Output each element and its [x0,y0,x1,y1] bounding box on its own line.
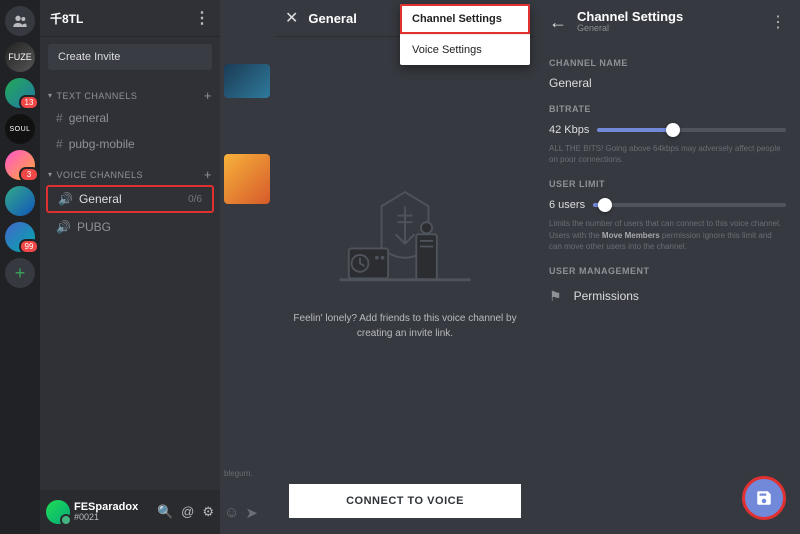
bitrate-slider[interactable] [597,128,786,132]
save-icon [755,489,773,507]
mentions-icon[interactable]: @ [181,504,194,520]
connect-to-voice-button[interactable]: CONNECT TO VOICE [289,484,521,518]
user-avatar[interactable] [46,500,70,524]
user-panel: FESparadox #0021 🔍 @ ⚙ [40,490,220,534]
channel-settings-panel: ← Channel Settings General ⋮ CHANNEL NAM… [535,0,800,534]
speaker-icon: 🔊 [58,192,73,206]
bitrate-value: 42 Kbps [549,124,589,136]
voice-channel-pubg[interactable]: 🔊 PUBG [46,215,214,239]
server-home[interactable] [5,6,35,36]
speaker-icon: 🔊 [56,220,71,234]
userlimit-slider[interactable] [593,203,786,207]
bitrate-hint: ALL THE BITS! Going above 64kbps may adv… [549,143,786,165]
server-header[interactable]: 千8TL ⋮ [40,0,220,36]
settings-menu-icon[interactable]: ⋮ [770,12,786,32]
userlimit-label: USER LIMIT [549,179,786,189]
server-2[interactable] [5,78,35,108]
category-label: VOICE CHANNELS [57,170,144,180]
send-icon[interactable]: ➤ [245,504,258,522]
voice-channel-general[interactable]: 🔊 General 0/6 [46,185,214,213]
close-icon[interactable]: ✕ [285,8,298,28]
menu-channel-settings[interactable]: Channel Settings [400,4,530,34]
user-tag: #0021 [74,513,138,522]
settings-subtitle: General [577,24,683,34]
text-channel-pubg-mobile[interactable]: # pubg-mobile [46,132,214,156]
back-icon[interactable]: ← [549,12,567,33]
voice-empty-state: Feelin' lonely? Add friends to this voic… [275,36,535,484]
server-rail: FUZE SOUL + [0,0,40,534]
category-text-channels[interactable]: ▾ TEXT CHANNELS + [40,78,220,105]
add-channel-icon[interactable]: + [204,88,212,103]
permissions-label: Permissions [574,289,639,303]
category-label: TEXT CHANNELS [57,91,138,101]
context-menu: Channel Settings Voice Settings [400,4,530,65]
add-server-button[interactable]: + [5,258,35,288]
channel-label: general [69,111,109,125]
permissions-row[interactable]: ⚑ Permissions [549,288,786,305]
server-5[interactable] [5,186,35,216]
chevron-down-icon: ▾ [48,91,53,100]
settings-title: Channel Settings [577,10,683,24]
channel-label: pubg-mobile [69,137,135,151]
userlimit-value: 6 users [549,199,585,211]
create-invite-button[interactable]: Create Invite [48,44,212,70]
chevron-down-icon: ▾ [48,170,53,179]
peek-footer-text: blegum. [224,469,252,478]
server-menu-icon[interactable]: ⋮ [194,8,210,28]
settings-header: ← Channel Settings General ⋮ [549,0,786,44]
channel-label: General [79,192,122,206]
bitrate-label: BITRATE [549,104,786,114]
background-chat-peek: urrently my First y video's blegum. ☺ ➤ [220,0,275,534]
peek-thumbnail [224,154,270,204]
category-voice-channels[interactable]: ▾ VOICE CHANNELS + [40,157,220,184]
flag-icon: ⚑ [549,288,562,305]
text-channel-general[interactable]: # general [46,106,214,130]
server-4[interactable] [5,150,35,180]
settings-icon[interactable]: ⚙ [202,504,214,520]
server-soul[interactable]: SOUL [5,114,35,144]
menu-voice-settings[interactable]: Voice Settings [400,34,530,65]
add-channel-icon[interactable]: + [204,167,212,182]
userlimit-hint: Limits the number of users that can conn… [549,218,786,252]
emoji-icon[interactable]: ☺ [224,504,239,522]
save-button[interactable] [742,476,786,520]
channel-name-label: CHANNEL NAME [549,58,786,68]
voice-channel-panel: ✕ General Channel Settings Voice Setting… [275,0,535,534]
search-icon[interactable]: 🔍 [157,504,173,520]
voice-channel-title: General [308,11,356,26]
friends-icon [12,13,28,29]
channel-sidebar: 千8TL ⋮ Create Invite ▾ TEXT CHANNELS + #… [40,0,220,534]
usermgmt-label: USER MANAGEMENT [549,266,786,276]
channel-label: PUBG [77,220,111,234]
empty-state-text: Feelin' lonely? Add friends to this voic… [293,311,517,341]
peek-thumbnail [224,64,270,98]
user-info[interactable]: FESparadox #0021 [74,502,138,522]
hint-bold: Move Members [602,231,660,240]
server-name: 千8TL [50,10,83,27]
voice-illustration [330,179,480,299]
server-6[interactable] [5,222,35,252]
channel-name-value[interactable]: General [549,76,786,90]
hash-icon: # [56,137,63,151]
hash-icon: # [56,111,63,125]
server-fuze[interactable]: FUZE [5,42,35,72]
voice-user-count: 0/6 [188,194,202,205]
